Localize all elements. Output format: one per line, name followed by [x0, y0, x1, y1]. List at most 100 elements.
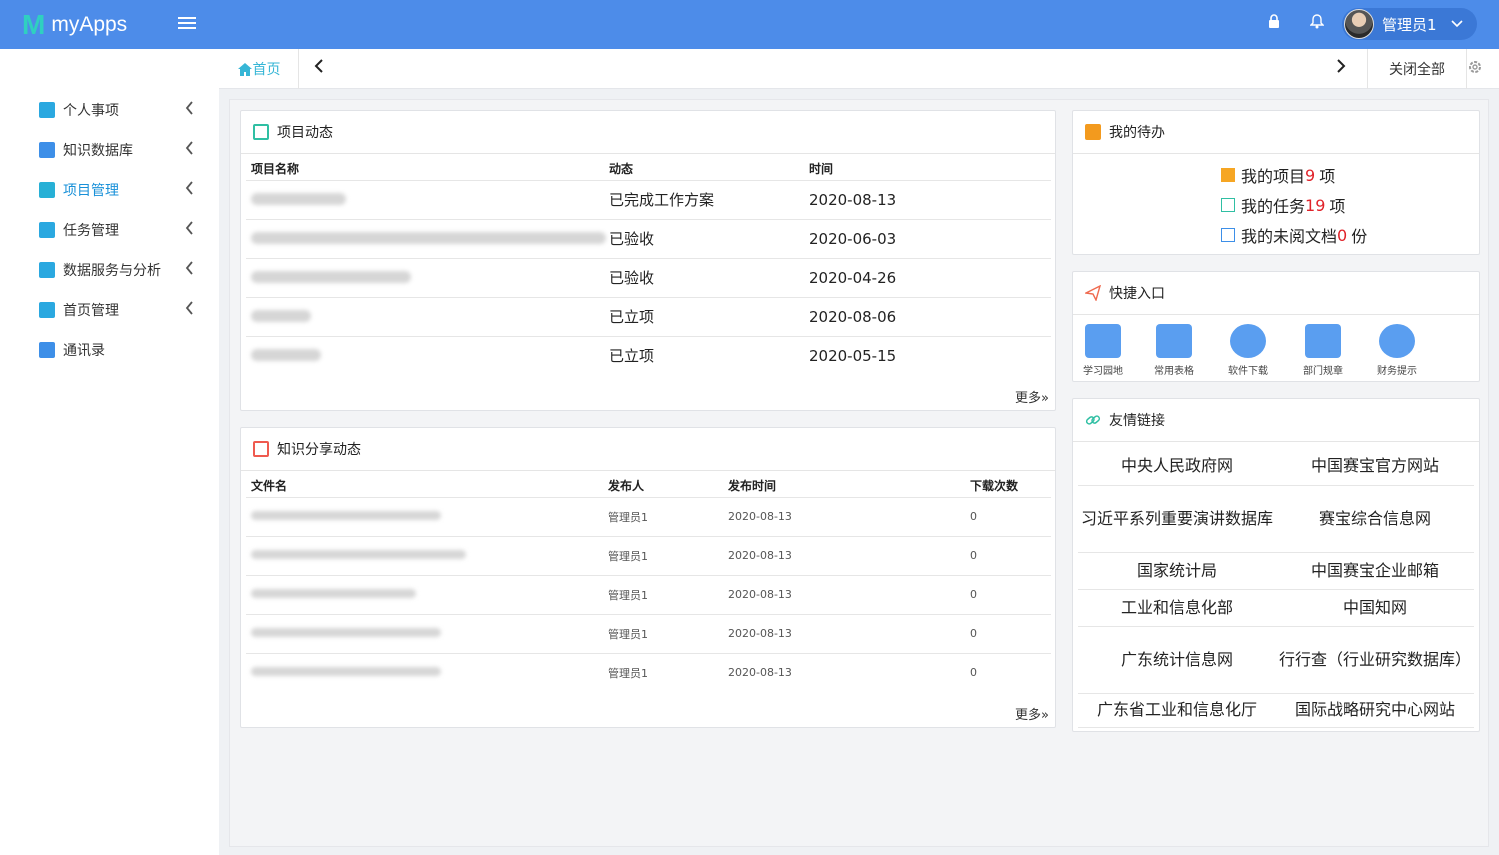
link-item[interactable]: 广东省工业和信息化厅	[1078, 693, 1276, 728]
sidebar-item[interactable]: 首页管理	[0, 290, 219, 330]
todo-unit: 项	[1319, 167, 1336, 186]
gear-icon[interactable]	[1465, 59, 1485, 79]
sidebar-item[interactable]: 项目管理	[0, 170, 219, 210]
close-all-tabs-button[interactable]: 关闭全部	[1367, 49, 1467, 89]
column-header: 项目名称	[251, 161, 300, 176]
sidebar-item[interactable]: 通讯录	[0, 330, 219, 370]
table-row[interactable]: 管理员1 2020-08-13 0	[246, 652, 1051, 692]
sidebar-item[interactable]: 数据服务与分析	[0, 250, 219, 290]
link-item[interactable]: 中央人民政府网	[1078, 448, 1276, 486]
todo-projects[interactable]: 我的项目 9 项	[1221, 163, 1335, 187]
sidebar-item-label: 首页管理	[63, 303, 119, 319]
chevron-left-icon	[185, 181, 194, 199]
todo-label: 我的项目	[1241, 167, 1306, 186]
lock-icon[interactable]	[1266, 14, 1282, 32]
chevron-left-icon	[185, 221, 194, 239]
link-item[interactable]: 行行查（行业研究数据库）	[1276, 626, 1474, 694]
project-table: 项目名称 动态 时间 已完成工作方案 2020-08-13 已验收 2020-06-0…	[246, 154, 1051, 375]
table-row[interactable]: 已验收 2020-06-03	[246, 218, 1051, 258]
project-more-link[interactable]: 更多»	[1015, 387, 1049, 406]
table-row[interactable]: 已验收 2020-04-26	[246, 257, 1051, 297]
project-date: 2020-08-06	[809, 296, 1051, 336]
table-row[interactable]: 管理员1 2020-08-13 0	[246, 613, 1051, 653]
link-item[interactable]: 赛宝综合信息网	[1276, 485, 1474, 553]
chevron-left-icon	[185, 101, 194, 119]
table-row[interactable]: 已立项 2020-08-06	[246, 296, 1051, 336]
project-date: 2020-05-15	[809, 335, 1051, 375]
yuan-icon	[1379, 324, 1415, 358]
column-header: 下载次数	[970, 478, 1019, 493]
links-table: 中央人民政府网 中国赛宝官方网站 习近平系列重要演讲数据库 赛宝综合信息网 国家统计局中…	[1078, 448, 1474, 728]
publish-date: 2020-08-13	[728, 613, 970, 653]
link-item[interactable]: 中国赛宝企业邮箱	[1276, 552, 1474, 590]
table-icon	[39, 182, 55, 198]
tab-home-label: 首页	[252, 62, 281, 78]
link-item[interactable]: 广东统计信息网	[1078, 626, 1276, 694]
todo-unread-docs[interactable]: 我的未阅文档 0 份	[1221, 223, 1367, 247]
chevron-left-icon	[185, 141, 194, 159]
quick-software[interactable]: 软件下载	[1218, 324, 1278, 377]
tab-home[interactable]: 首页	[219, 49, 299, 89]
quick-label: 软件下载	[1228, 366, 1268, 377]
publisher: 管理员1	[608, 496, 728, 536]
table-row[interactable]: 管理员1 2020-08-13 0	[246, 535, 1051, 575]
todo-label: 我的未阅文档	[1241, 227, 1338, 246]
link-item[interactable]: 国家统计局	[1078, 552, 1276, 590]
tab-scroll-right-icon[interactable]	[1336, 58, 1346, 79]
table-row[interactable]: 已立项 2020-05-15	[246, 335, 1051, 375]
home-icon	[237, 62, 252, 76]
app-title: myApps	[51, 13, 128, 36]
form-icon	[1156, 324, 1192, 358]
chevron-down-icon	[1450, 17, 1463, 31]
project-activity-panel: 项目动态 项目名称 动态 时间 已完成工作方案 2020-08-13 已验收 2020…	[240, 110, 1056, 411]
todo-unit: 份	[1351, 227, 1368, 246]
friendly-links-panel: 友情链接 中央人民政府网 中国赛宝官方网站 习近平系列重要演讲数据库 赛宝综合信息网国…	[1072, 398, 1480, 732]
quick-study[interactable]: 学习园地	[1073, 324, 1133, 377]
quick-forms[interactable]: 常用表格	[1144, 324, 1204, 377]
knowledge-share-panel: 知识分享动态 文件名 发布人 发布时间 下载次数 管理员1 2020-08-13 0…	[240, 427, 1056, 728]
project-date: 2020-04-26	[809, 257, 1051, 297]
sidebar-item-label: 项目管理	[63, 183, 119, 199]
knowledge-share-title: 知识分享动态	[277, 442, 361, 458]
redacted-project-name	[251, 231, 606, 244]
tab-scroll-left-icon[interactable]	[314, 58, 324, 79]
quick-regulations[interactable]: 部门规章	[1293, 324, 1353, 377]
sidebar-item-label: 任务管理	[63, 223, 119, 239]
links-row: 工业和信息化部 中国知网	[1078, 589, 1474, 627]
table-row[interactable]: 管理员1 2020-08-13 0	[246, 574, 1051, 614]
links-row: 国家统计局 中国赛宝企业邮箱	[1078, 552, 1474, 590]
link-item[interactable]: 中国赛宝官方网站	[1276, 448, 1474, 486]
todo-tasks[interactable]: 我的任务 19 项	[1221, 193, 1345, 217]
link-item[interactable]: 工业和信息化部	[1078, 589, 1276, 627]
link-item[interactable]: 国际战略研究中心网站	[1276, 693, 1474, 728]
my-todo-title: 我的待办	[1109, 125, 1165, 141]
table-row[interactable]: 已完成工作方案 2020-08-13	[246, 179, 1051, 219]
knowledge-more-link[interactable]: 更多»	[1015, 704, 1049, 723]
sidebar-item-label: 个人事项	[63, 103, 119, 119]
project-status: 已立项	[609, 335, 809, 375]
user-menu[interactable]: 管理员1	[1342, 8, 1477, 40]
link-item[interactable]: 中国知网	[1276, 589, 1474, 627]
links-row: 中央人民政府网 中国赛宝官方网站	[1078, 448, 1474, 486]
task-icon	[1221, 198, 1235, 212]
project-date: 2020-06-03	[809, 218, 1051, 258]
sidebar-item[interactable]: 个人事项	[0, 90, 219, 130]
link-item[interactable]: 习近平系列重要演讲数据库	[1078, 485, 1276, 553]
todo-icon	[1085, 124, 1101, 140]
todo-label: 我的任务	[1241, 197, 1306, 216]
column-header: 文件名	[251, 478, 288, 493]
knowledge-share-header: 知识分享动态	[241, 428, 1055, 471]
table-row[interactable]: 管理员1 2020-08-13 0	[246, 496, 1051, 536]
redacted-file-name	[251, 628, 441, 637]
cube-icon	[39, 222, 55, 238]
sidebar-item[interactable]: 任务管理	[0, 210, 219, 250]
app-logo[interactable]: M myApps	[22, 11, 127, 39]
links-row: 习近平系列重要演讲数据库 赛宝综合信息网	[1078, 485, 1474, 553]
quick-finance[interactable]: 财务提示	[1367, 324, 1427, 377]
publish-date: 2020-08-13	[728, 652, 970, 692]
sidebar-item[interactable]: 知识数据库	[0, 130, 219, 170]
chevron-left-icon	[185, 261, 194, 279]
bell-icon[interactable]	[1309, 14, 1325, 32]
menu-toggle-icon[interactable]	[178, 17, 196, 31]
bar-chart-icon	[39, 262, 55, 278]
